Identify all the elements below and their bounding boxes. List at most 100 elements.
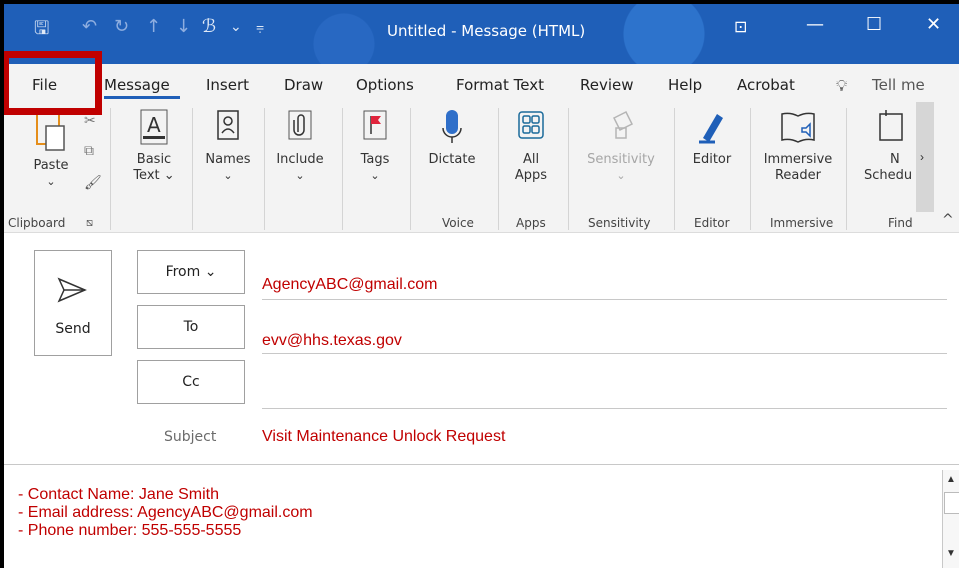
ribbon-separator xyxy=(264,108,265,230)
send-button[interactable]: Send xyxy=(34,250,112,356)
to-field[interactable]: evv@hhs.texas.gov xyxy=(262,332,402,350)
ribbon-scroll-right-button[interactable]: › xyxy=(916,102,934,212)
to-button[interactable]: To xyxy=(137,305,245,349)
ribbon-separator xyxy=(498,108,499,230)
all-apps-button[interactable]: All Apps xyxy=(506,108,556,184)
editor-pen-icon xyxy=(699,114,723,144)
undo-icon[interactable]: ↶ xyxy=(82,16,97,37)
from-value[interactable]: AgencyABC@gmail.com xyxy=(262,276,437,294)
from-button[interactable]: From ⌄ xyxy=(137,250,245,294)
group-label-voice: Voice xyxy=(442,216,474,230)
svg-text:A: A xyxy=(147,113,161,137)
body-scrollbar[interactable]: ▲ ▼ xyxy=(942,470,959,568)
ribbon-tabs: File Message Insert Draw Options Format … xyxy=(4,64,959,102)
active-tab-underline xyxy=(104,96,180,99)
dictate-label: Dictate xyxy=(428,152,476,167)
down-arrow-icon[interactable]: ↓ xyxy=(176,16,191,37)
microphone-icon xyxy=(442,110,462,143)
redo-icon[interactable]: ↻ xyxy=(114,16,129,37)
paragraph-icon[interactable]: ℬ xyxy=(202,16,216,37)
save-icon[interactable]: 🖫 xyxy=(34,16,49,46)
tab-acrobat[interactable]: Acrobat xyxy=(737,76,795,94)
flag-icon xyxy=(363,110,387,140)
scroll-down-icon[interactable]: ▼ xyxy=(946,548,956,559)
file-tab-highlight xyxy=(4,51,102,115)
next-partial-label: N xyxy=(890,152,900,167)
tab-format-text[interactable]: Format Text xyxy=(456,76,544,94)
editor-button[interactable]: Editor xyxy=(682,108,742,168)
paste-button[interactable]: Paste ⌄ xyxy=(28,108,74,190)
customize-icon[interactable]: ⩦ xyxy=(256,19,264,35)
copy-icon[interactable]: ⧉ xyxy=(84,142,94,159)
body-line-phone[interactable]: - Phone number: 555-555-5555 xyxy=(18,522,241,540)
ribbon-separator xyxy=(110,108,111,230)
body-line-email[interactable]: - Email address: AgencyABC@gmail.com xyxy=(18,504,313,522)
minimize-icon[interactable]: — xyxy=(806,14,824,35)
paste-label: Paste xyxy=(33,158,69,173)
immersive-reader-button[interactable]: Immersive Reader xyxy=(758,108,838,184)
restore-icon[interactable]: ⊡ xyxy=(734,17,747,36)
all-apps-label: All xyxy=(522,152,540,167)
ribbon: Paste ⌄ ✂ ⧉ 🖌︎ A Basic Text ⌄ Names ⌄ In… xyxy=(4,102,959,233)
tab-draw[interactable]: Draw xyxy=(284,76,323,94)
sensitivity-chevron-icon: ⌄ xyxy=(616,169,626,182)
sensitivity-button[interactable]: Sensitivity ⌄ xyxy=(578,108,664,184)
group-label-apps: Apps xyxy=(516,216,546,230)
include-button[interactable]: Include ⌄ xyxy=(268,108,332,184)
scroll-up-icon[interactable]: ▲ xyxy=(946,474,956,485)
tags-chevron-icon: ⌄ xyxy=(370,169,380,182)
send-icon xyxy=(57,277,87,303)
paste-chevron-icon[interactable]: ⌄ xyxy=(28,174,74,190)
ribbon-separator xyxy=(192,108,193,230)
sensitivity-label: Sensitivity xyxy=(587,152,655,167)
body-separator xyxy=(4,464,959,465)
immersive-reader-icon xyxy=(781,112,815,143)
cc-underline xyxy=(262,408,947,409)
include-label: Include xyxy=(276,152,324,167)
tab-review[interactable]: Review xyxy=(580,76,634,94)
lightbulb-icon[interactable]: 💡︎ xyxy=(836,76,847,96)
ribbon-separator xyxy=(410,108,411,230)
dialog-launcher-icon[interactable]: ⧅ xyxy=(86,216,93,230)
to-underline xyxy=(262,353,947,354)
dictate-button[interactable]: Dictate xyxy=(422,108,482,168)
attach-icon xyxy=(288,110,312,140)
outlook-message-window: 🖫 ↶ ↻ ↑ ↓ ℬ ⌄ ⩦ Untitled - Message (HTML… xyxy=(4,4,959,568)
ribbon-separator xyxy=(846,108,847,230)
format-painter-icon[interactable]: 🖌︎ xyxy=(84,174,102,191)
tags-label: Tags xyxy=(360,152,390,167)
screenshot-frame: 🖫 ↶ ↻ ↑ ↓ ℬ ⌄ ⩦ Untitled - Message (HTML… xyxy=(0,0,959,568)
window-title: Untitled - Message (HTML) xyxy=(387,22,586,40)
include-chevron-icon: ⌄ xyxy=(295,169,305,182)
tab-insert[interactable]: Insert xyxy=(206,76,249,94)
all-apps-label-2: Apps xyxy=(514,168,548,183)
tab-message[interactable]: Message xyxy=(104,76,170,94)
tags-button[interactable]: Tags ⌄ xyxy=(350,108,400,184)
scrollbar-thumb[interactable] xyxy=(944,492,959,514)
body-line-contact[interactable]: - Contact Name: Jane Smith xyxy=(18,486,219,504)
schedule-button[interactable]: N Schedu xyxy=(864,108,924,184)
group-label-clipboard: Clipboard xyxy=(8,216,66,230)
basic-text-button[interactable]: A Basic Text ⌄ xyxy=(126,108,182,184)
ribbon-separator xyxy=(674,108,675,230)
names-chevron-icon: ⌄ xyxy=(223,169,233,182)
sensitivity-icon xyxy=(612,110,634,139)
font-color-icon: A xyxy=(140,109,168,145)
close-icon[interactable]: ✕ xyxy=(926,14,941,35)
subject-field[interactable]: Visit Maintenance Unlock Request xyxy=(262,428,505,446)
tab-options[interactable]: Options xyxy=(356,76,414,94)
chevron-down-icon[interactable]: ⌄ xyxy=(230,19,242,35)
names-button[interactable]: Names ⌄ xyxy=(200,108,256,184)
calendar-icon xyxy=(879,110,903,141)
collapse-ribbon-icon[interactable]: ^ xyxy=(942,212,954,228)
from-underline xyxy=(262,299,947,300)
tab-help[interactable]: Help xyxy=(668,76,702,94)
cc-button[interactable]: Cc xyxy=(137,360,245,404)
names-label: Names xyxy=(205,152,251,167)
address-book-icon xyxy=(217,110,239,140)
ribbon-separator xyxy=(750,108,751,230)
up-arrow-icon[interactable]: ↑ xyxy=(146,16,161,37)
tell-me-search[interactable]: Tell me xyxy=(872,76,925,94)
title-bar: 🖫 ↶ ↻ ↑ ↓ ℬ ⌄ ⩦ Untitled - Message (HTML… xyxy=(4,4,959,64)
maximize-icon[interactable]: ☐ xyxy=(866,14,882,35)
